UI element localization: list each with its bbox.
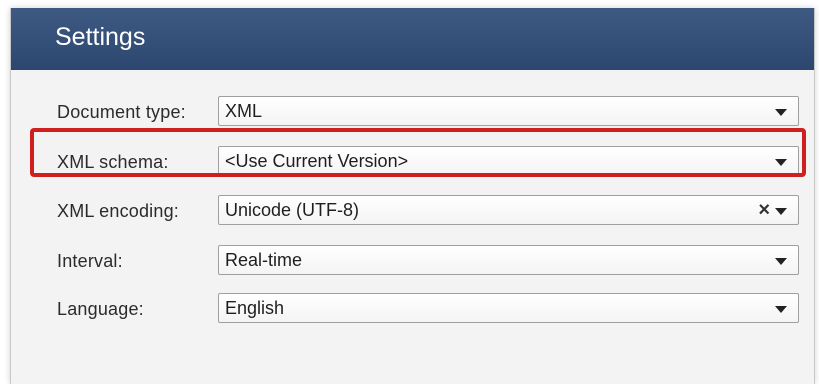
settings-panel: Settings Document type: XML XML schema: … (10, 8, 815, 384)
interval-value: Real-time (225, 250, 303, 270)
language-value: English (225, 298, 285, 318)
close-icon[interactable]: × (758, 198, 770, 222)
panel-header: Settings (11, 8, 814, 70)
interval-label: Interval: (57, 251, 123, 271)
xml-encoding-value: Unicode (UTF-8) (225, 200, 360, 220)
row-xml-encoding: XML encoding: Unicode (UTF-8) × (11, 195, 814, 229)
xml-schema-highlight (30, 128, 806, 177)
chevron-down-icon[interactable] (775, 109, 787, 116)
chevron-down-icon[interactable] (775, 306, 787, 313)
xml-encoding-select[interactable]: Unicode (UTF-8) × (218, 195, 799, 225)
chevron-down-icon[interactable] (775, 208, 787, 215)
document-type-select[interactable]: XML (218, 96, 799, 126)
language-label: Language: (57, 299, 144, 319)
document-type-label: Document type: (57, 102, 186, 122)
language-select[interactable]: English (218, 293, 799, 323)
chevron-down-icon[interactable] (775, 258, 787, 265)
interval-select[interactable]: Real-time (218, 245, 799, 275)
document-type-value: XML (225, 101, 263, 121)
row-language: Language: English (11, 293, 814, 327)
row-interval: Interval: Real-time (11, 245, 814, 279)
panel-title: Settings (55, 23, 146, 51)
xml-encoding-label: XML encoding: (57, 201, 180, 221)
row-document-type: Document type: XML (11, 96, 814, 130)
